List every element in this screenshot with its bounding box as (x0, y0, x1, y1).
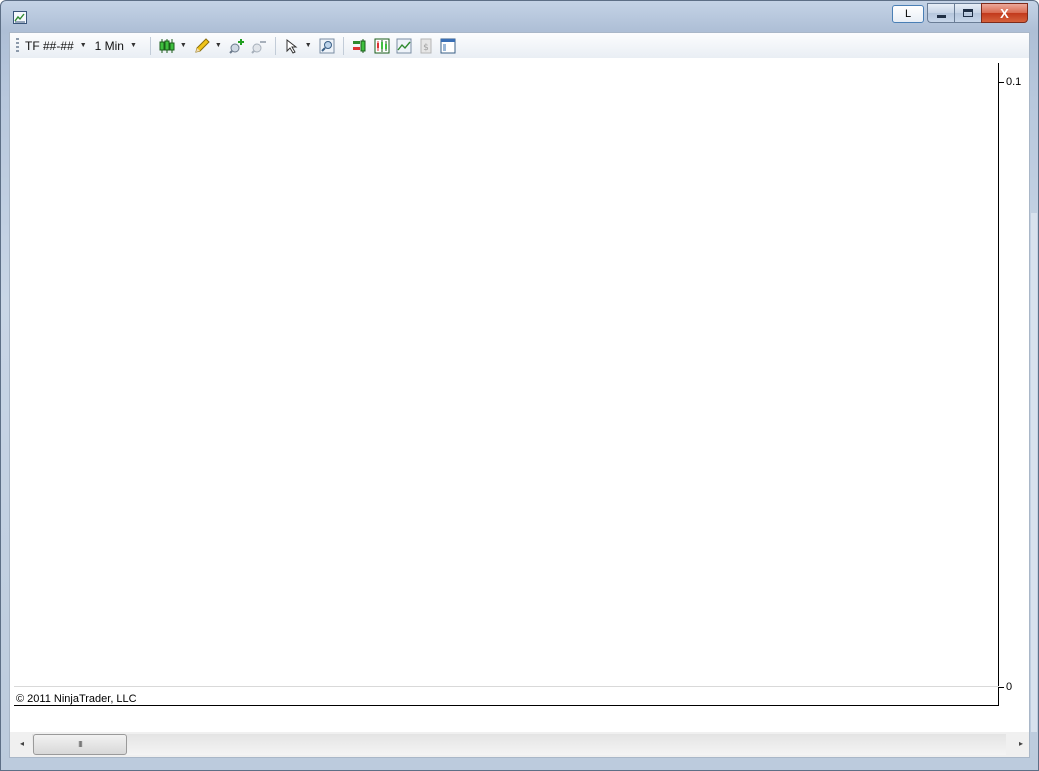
y-axis-label-top: 0.1 (1006, 76, 1022, 88)
chart-panel[interactable]: 0.1 0 © 2011 NinjaTrader, LLC (9, 58, 1030, 732)
title-bar[interactable]: L X (1, 1, 1038, 32)
maximize-icon (963, 9, 973, 17)
chart-toolbar: TF ##-## ▼ 1 Min ▼ ▼ ▼ ▼ $ (9, 32, 1030, 58)
pointer-tool-button[interactable]: ▼ (281, 38, 312, 54)
interval-label: 1 Min (94, 38, 124, 53)
link-button[interactable]: L (892, 5, 924, 23)
instrument-selector[interactable]: TF ##-## ▼ (25, 39, 87, 53)
chevron-down-icon: ▼ (179, 42, 187, 49)
chart-window: L X TF ##-## ▼ 1 Min ▼ ▼ ▼ ▼ $ 0.1 0 © 2… (0, 0, 1039, 771)
copyright-text: © 2011 NinjaTrader, LLC (16, 693, 137, 705)
magnifier-icon[interactable] (319, 38, 335, 54)
drawing-tools-button[interactable]: ▼ (191, 37, 222, 54)
zoom-in-icon[interactable] (229, 38, 245, 54)
toolbar-grip[interactable] (16, 37, 19, 54)
line-chart-icon[interactable] (396, 38, 412, 54)
bar-chart-icon[interactable] (374, 38, 390, 54)
chart-app-icon[interactable] (13, 11, 27, 24)
candlestick-icon (159, 38, 175, 54)
scroll-left-icon[interactable]: ◂ (16, 737, 28, 751)
toolbar-divider (342, 36, 344, 55)
close-icon: X (1000, 5, 1009, 21)
orders-icon[interactable] (352, 38, 368, 54)
window-controls: X (927, 3, 1028, 23)
y-axis-tick (999, 82, 1004, 83)
scroll-right-icon[interactable]: ▸ (1015, 737, 1027, 751)
scroll-thumb[interactable]: III (33, 734, 127, 755)
chevron-down-icon: ▼ (79, 42, 87, 49)
close-button[interactable]: X (981, 3, 1028, 23)
minimize-icon (936, 15, 946, 18)
pencil-icon (194, 37, 210, 54)
svg-text:$: $ (423, 43, 429, 53)
horizontal-scrollbar[interactable]: ◂ III ▸ (9, 732, 1030, 758)
toolbar-divider (274, 36, 276, 55)
scroll-track[interactable] (32, 734, 1006, 755)
interval-selector[interactable]: 1 Min ▼ (95, 39, 137, 53)
maximize-button[interactable] (954, 3, 981, 23)
minimize-button[interactable] (927, 3, 954, 23)
chevron-down-icon: ▼ (129, 42, 137, 49)
zero-gridline (14, 686, 999, 687)
chevron-down-icon: ▼ (304, 42, 312, 49)
dollar-icon[interactable]: $ (418, 38, 434, 54)
pointer-icon (284, 38, 300, 54)
properties-icon[interactable] (440, 38, 456, 54)
chart-style-button[interactable]: ▼ (156, 38, 187, 54)
y-axis-label-bottom: 0 (1006, 681, 1013, 693)
grip-icon: III (78, 740, 83, 749)
instrument-label: TF ##-## (25, 38, 74, 53)
plot-area[interactable] (14, 63, 999, 706)
toolbar-divider (149, 36, 151, 55)
window-frame-edge (1031, 213, 1037, 732)
y-axis-tick (999, 687, 1004, 688)
chevron-down-icon: ▼ (214, 42, 222, 49)
zoom-out-icon[interactable] (251, 38, 267, 54)
